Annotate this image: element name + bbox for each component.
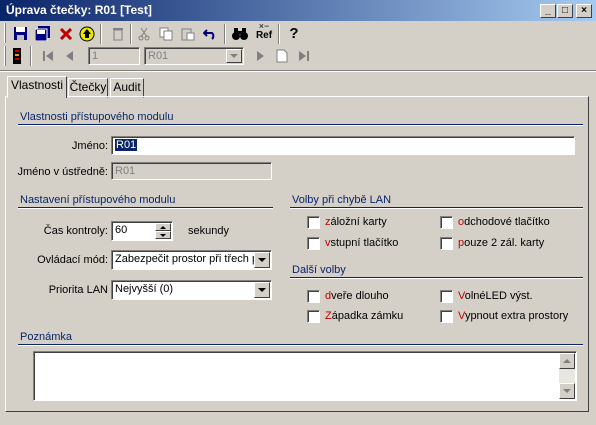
trash-icon bbox=[108, 24, 128, 43]
scroll-down-button[interactable] bbox=[559, 383, 575, 399]
record-number-field: 1 bbox=[88, 47, 140, 65]
two-backup-cards-label: pouze 2 zál. karty bbox=[458, 237, 545, 249]
section-divider bbox=[18, 344, 583, 346]
lock-latch-label: Západka zámku bbox=[325, 310, 404, 322]
reader-icon bbox=[12, 48, 22, 64]
timeout-unit: sekundy bbox=[188, 225, 229, 237]
last-icon bbox=[294, 46, 314, 65]
free-led-checkbox[interactable] bbox=[440, 290, 453, 303]
new-icon bbox=[272, 46, 292, 65]
minimize-button[interactable]: _ bbox=[540, 4, 556, 18]
two-backup-cards-checkbox[interactable] bbox=[440, 237, 453, 250]
ref-icon[interactable]: ×− Ref bbox=[254, 22, 274, 44]
copy-icon bbox=[156, 24, 176, 43]
first-icon bbox=[38, 46, 58, 65]
tab-ctecky[interactable]: Čtečky bbox=[68, 78, 108, 98]
save-icon[interactable] bbox=[10, 24, 30, 43]
scroll-up-button[interactable] bbox=[559, 353, 575, 369]
section-note-title: Poznámka bbox=[20, 331, 72, 343]
exit-button-checkbox[interactable] bbox=[440, 216, 453, 229]
timeout-label: Čas kontroly: bbox=[43, 225, 108, 237]
section-module-title: Vlastnosti přístupového modulu bbox=[20, 111, 174, 123]
next-icon bbox=[250, 46, 270, 65]
record-combo: R01 bbox=[144, 47, 244, 65]
scrollbar[interactable] bbox=[559, 353, 575, 399]
tab-label: Audit bbox=[113, 80, 141, 94]
chevron-down-icon[interactable] bbox=[254, 252, 270, 268]
disable-extra-checkbox[interactable] bbox=[440, 310, 453, 323]
mode-value: Zabezpečit prostor při třech p bbox=[115, 253, 259, 265]
door-long-checkbox[interactable] bbox=[307, 290, 320, 303]
save-all-icon[interactable] bbox=[33, 24, 53, 43]
timeout-stepper[interactable]: 60 bbox=[111, 221, 173, 241]
maximize-button[interactable]: □ bbox=[557, 4, 573, 18]
priority-select[interactable]: Nejvyšší (0) bbox=[111, 280, 272, 300]
backup-cards-label: záložní karty bbox=[325, 216, 387, 228]
central-name-label: Jméno v ústředně: bbox=[17, 166, 109, 178]
chevron-down-icon bbox=[226, 49, 242, 63]
tab-audit[interactable]: Audit bbox=[110, 78, 144, 98]
exit-button-label: odchodové tlačítko bbox=[458, 216, 550, 228]
chevron-down-icon[interactable] bbox=[254, 282, 270, 298]
priority-label: Priorita LAN bbox=[48, 284, 108, 296]
section-divider bbox=[18, 207, 273, 209]
timeout-value: 60 bbox=[115, 224, 128, 236]
tab-vlastnosti[interactable]: Vlastnosti bbox=[7, 76, 67, 98]
section-divider bbox=[18, 124, 583, 126]
undo-icon[interactable] bbox=[200, 24, 220, 43]
section-lan-title: Volby při chybě LAN bbox=[292, 194, 392, 206]
section-divider bbox=[290, 207, 583, 209]
window-title: Úprava čtečky: R01 [Test] bbox=[6, 3, 152, 17]
priority-value: Nejvyšší (0) bbox=[115, 283, 174, 295]
record-combo-value: R01 bbox=[148, 50, 169, 62]
delete-icon[interactable] bbox=[56, 24, 76, 43]
section-divider bbox=[290, 277, 583, 279]
mode-select[interactable]: Zabezpečit prostor při třech p bbox=[111, 250, 272, 270]
section-other-title: Další volby bbox=[292, 264, 346, 276]
mode-label: Ovládací mód: bbox=[37, 254, 108, 266]
paste-icon bbox=[178, 24, 198, 43]
cut-icon bbox=[134, 24, 154, 43]
name-input[interactable]: R01 bbox=[111, 136, 575, 155]
backup-cards-checkbox[interactable] bbox=[307, 216, 320, 229]
tab-label: Vlastnosti bbox=[10, 78, 64, 92]
door-long-label: dveře dlouho bbox=[325, 290, 389, 302]
lock-latch-checkbox[interactable] bbox=[307, 310, 320, 323]
find-icon[interactable] bbox=[230, 24, 250, 43]
disable-extra-label: Vypnout extra prostory bbox=[458, 310, 569, 322]
name-label: Jméno: bbox=[71, 140, 108, 152]
close-button[interactable]: × bbox=[576, 4, 592, 18]
central-name-value: R01 bbox=[115, 165, 136, 177]
refresh-icon[interactable] bbox=[77, 24, 97, 43]
stepper-up-button[interactable] bbox=[155, 223, 171, 231]
free-led-label: VolnéLED výst. bbox=[458, 290, 533, 302]
prev-icon bbox=[60, 46, 80, 65]
entry-button-checkbox[interactable] bbox=[307, 237, 320, 250]
central-name-field: R01 bbox=[111, 162, 272, 180]
tab-label: Čtečky bbox=[69, 80, 107, 94]
record-number: 1 bbox=[92, 50, 99, 62]
entry-button-label: vstupní tlačítko bbox=[325, 237, 399, 249]
note-textarea[interactable] bbox=[33, 351, 577, 401]
help-icon[interactable]: ? bbox=[284, 24, 304, 43]
section-settings-title: Nastavení přístupového modulu bbox=[20, 194, 176, 206]
name-value: R01 bbox=[115, 139, 138, 151]
ref-label: Ref bbox=[255, 30, 273, 41]
title-bar: Úprava čtečky: R01 [Test] _ □ × bbox=[0, 0, 596, 21]
stepper-down-button[interactable] bbox=[155, 231, 171, 239]
